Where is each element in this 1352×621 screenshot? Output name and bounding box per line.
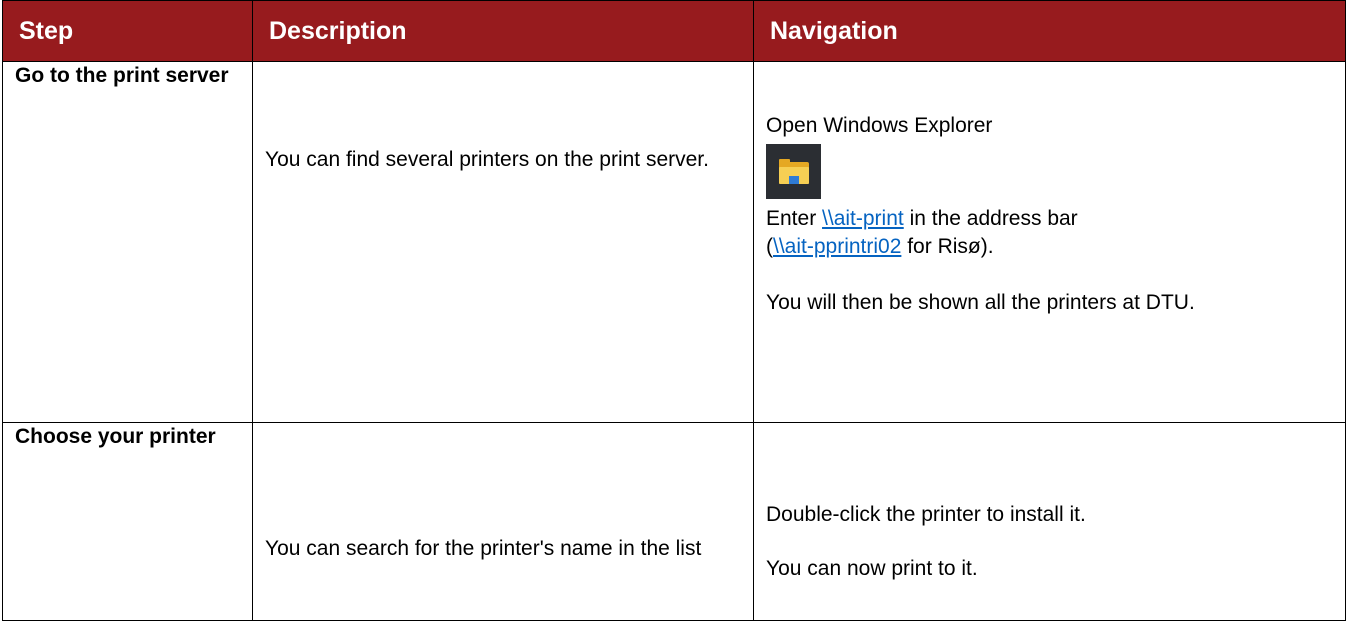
nav-risoe-address: (\\ait-pprintri02 for Risø). [766, 235, 994, 258]
ait-print-link[interactable]: \\ait-print [822, 207, 904, 230]
steps-table: Step Description Navigation Go to the pr… [2, 0, 1346, 621]
table-row: Choose your printer You can search for t… [2, 422, 1346, 621]
description-cell: You can find several printers on the pri… [252, 61, 754, 423]
header-step: Step [2, 0, 253, 62]
nav-enter-address: Enter \\ait-print in the address bar [766, 207, 1078, 230]
navigation-cell: Double-click the printer to install it. … [753, 422, 1346, 621]
table-header-row: Step Description Navigation [2, 0, 1346, 62]
ait-pprintri02-link[interactable]: \\ait-pprintri02 [773, 235, 901, 258]
header-navigation: Navigation [753, 0, 1346, 62]
nav-double-click: Double-click the printer to install it. [766, 503, 1086, 526]
description-text: You can find several printers on the pri… [265, 148, 709, 171]
step-cell: Go to the print server [2, 61, 253, 423]
nav-shown-printers: You will then be shown all the printers … [766, 291, 1195, 314]
file-explorer-icon [766, 144, 821, 199]
table-row: Go to the print server You can find seve… [2, 61, 1346, 423]
step-cell: Choose your printer [2, 422, 253, 621]
step-label: Go to the print server [15, 64, 229, 87]
header-description: Description [252, 0, 754, 62]
description-text: You can search for the printer's name in… [265, 537, 702, 560]
nav-print-now: You can now print to it. [766, 557, 978, 580]
description-cell: You can search for the printer's name in… [252, 422, 754, 621]
step-label: Choose your printer [15, 425, 216, 448]
navigation-cell: Open Windows Explorer Enter \\ait-print … [753, 61, 1346, 423]
nav-open-explorer: Open Windows Explorer [766, 114, 993, 137]
